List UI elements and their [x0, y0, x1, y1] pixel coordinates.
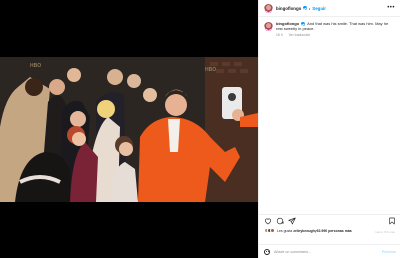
author-username[interactable]: bingoflongo [276, 6, 301, 11]
publish-button[interactable]: Publicar [382, 250, 396, 254]
post-caption: bingoflongo And that was his smile. That … [259, 17, 400, 38]
post-side-panel: bingoflongo • Seguir ••• bingoflongo And … [258, 0, 400, 258]
author-avatar[interactable] [264, 3, 273, 13]
svg-text:HBO: HBO [30, 63, 41, 69]
comment-bar: Publicar [259, 244, 400, 258]
caption-meta: 16 h Ver traducción [276, 33, 391, 38]
header-separator: • [308, 5, 311, 11]
post-photo[interactable]: HBO HBO [0, 57, 258, 202]
heart-icon[interactable] [264, 217, 272, 225]
emoji-icon[interactable] [264, 248, 270, 255]
caption-body: bingoflongo And that was his smile. That … [276, 21, 391, 38]
svg-text:HBO: HBO [205, 67, 216, 73]
likes-summary[interactable]: Les gusta a rileykeough y 92.990 persona… [264, 228, 352, 233]
caption-avatar[interactable] [264, 22, 273, 31]
verified-badge-icon [302, 6, 307, 10]
more-options-icon[interactable]: ••• [387, 5, 395, 11]
post-header: bingoflongo • Seguir ••• [259, 0, 400, 17]
follow-button[interactable]: Seguir [312, 6, 326, 11]
likes-prefix: Les gusta a [277, 228, 296, 233]
caption-username[interactable]: bingoflongo [276, 21, 299, 26]
caption-time[interactable]: 16 h [276, 33, 283, 37]
bookmark-icon[interactable] [388, 217, 396, 225]
instagram-post-modal: HBO HBO bingoflongo • Seguir ••• bingofl… [0, 0, 400, 258]
share-icon[interactable] [288, 217, 296, 225]
likes-user[interactable]: rileykeough [295, 229, 315, 233]
caption-verified-badge-icon [301, 21, 306, 26]
see-translation-link[interactable]: Ver traducción [289, 33, 311, 37]
post-age: Hace 16 horas [375, 230, 395, 234]
comment-input[interactable] [274, 249, 364, 254]
comment-icon[interactable] [276, 217, 284, 225]
likes-count[interactable]: 92.990 personas más [317, 229, 352, 233]
group-selfie-image: HBO HBO [0, 57, 258, 202]
post-media: HBO HBO [0, 0, 258, 258]
post-actions-bar [259, 214, 400, 226]
liker-avatar [270, 228, 275, 233]
